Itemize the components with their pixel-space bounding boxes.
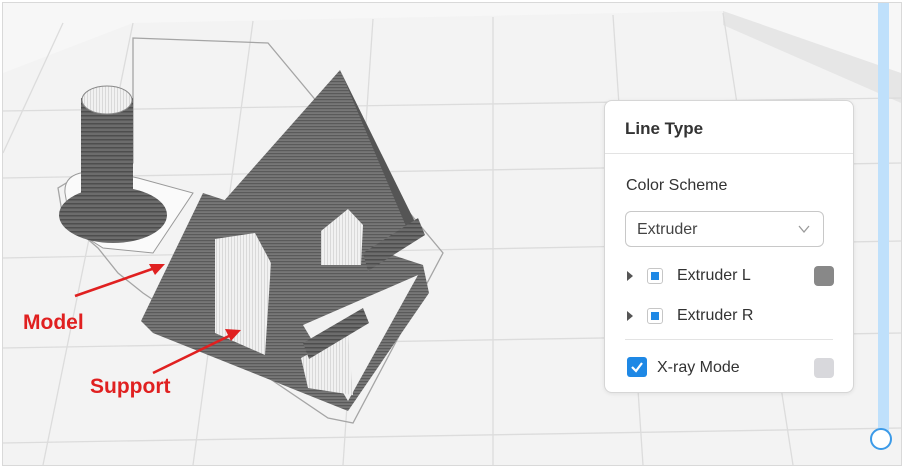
xray-color-swatch[interactable] xyxy=(814,358,834,378)
preview-frame: Model Support Line Type Color Scheme Ext… xyxy=(2,2,902,466)
model-annotation: Model xyxy=(23,311,84,334)
extruder-r-label: Extruder R xyxy=(677,307,754,324)
extruder-l-color-swatch[interactable] xyxy=(814,266,834,286)
expand-arrow-icon[interactable] xyxy=(627,311,633,321)
extruder-l-checkbox[interactable] xyxy=(647,268,663,284)
extruder-r-checkbox[interactable] xyxy=(647,308,663,324)
layer-slider-handle[interactable] xyxy=(870,428,892,450)
xray-checkbox[interactable] xyxy=(627,357,647,377)
expand-arrow-icon[interactable] xyxy=(627,271,633,281)
extruder-l-label: Extruder L xyxy=(677,267,751,284)
xray-row: X-ray Mode xyxy=(627,357,837,381)
checkmark-icon xyxy=(631,362,643,373)
color-scheme-value: Extruder xyxy=(637,221,698,238)
xray-label: X-ray Mode xyxy=(657,359,740,376)
support-annotation: Support xyxy=(90,375,171,398)
color-scheme-select[interactable]: Extruder xyxy=(625,211,824,247)
layer-slider-track[interactable] xyxy=(878,3,889,439)
color-scheme-label: Color Scheme xyxy=(626,177,728,194)
extruder-row-r: Extruder R xyxy=(627,305,837,329)
chevron-down-icon xyxy=(798,225,810,234)
panel-divider xyxy=(625,339,833,340)
extruder-row-l: Extruder L xyxy=(627,265,837,289)
panel-title: Line Type xyxy=(605,101,853,154)
line-type-panel: Line Type Color Scheme Extruder Extruder… xyxy=(604,100,854,393)
